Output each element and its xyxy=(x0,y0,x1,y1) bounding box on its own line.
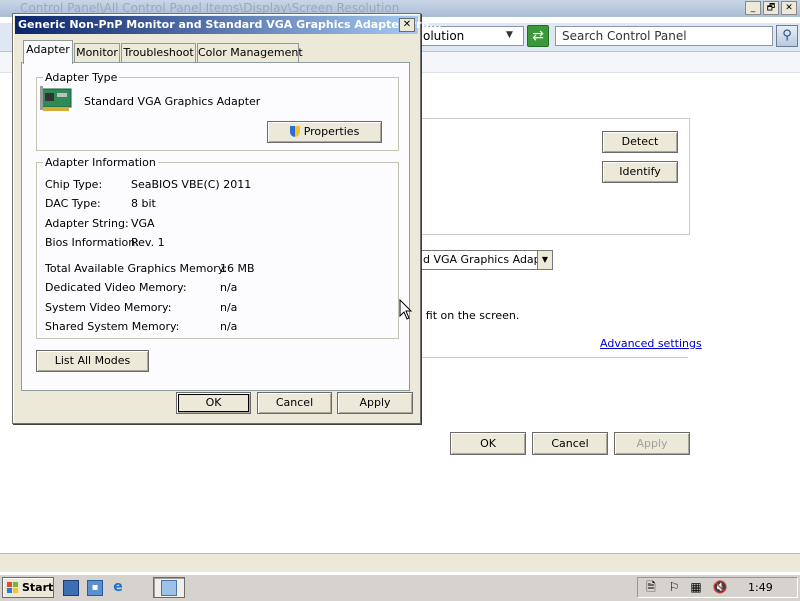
start-button[interactable]: Start xyxy=(2,577,54,598)
chevron-down-icon[interactable]: ▼ xyxy=(537,251,552,269)
tab-adapter[interactable]: Adapter xyxy=(23,40,73,64)
graphics-card-icon xyxy=(40,86,72,111)
identify-button[interactable]: Identify xyxy=(602,161,678,183)
tab-troubleshoot[interactable]: Troubleshoot xyxy=(121,43,196,63)
dedicated-memory-value: n/a xyxy=(220,281,238,294)
detect-button[interactable]: Detect xyxy=(602,131,678,153)
shield-icon xyxy=(289,126,300,137)
close-icon[interactable]: ✕ xyxy=(399,18,415,32)
volume-muted-icon[interactable]: 🔇 xyxy=(712,580,728,596)
flag-icon[interactable]: ⚐ xyxy=(666,580,682,596)
display-settings-icon xyxy=(161,580,177,596)
properties-button-label: Properties xyxy=(303,125,360,138)
notification-area: 🗎 ⚐ ▦ 🔇 1:49 xyxy=(637,577,798,598)
taskbar: Start ▪ e 🗎 ⚐ ▦ 🔇 1:49 xyxy=(0,574,800,601)
shared-memory-value: n/a xyxy=(220,320,238,333)
adapter-information-group: Adapter Information Chip Type: SeaBIOS V… xyxy=(36,156,399,339)
close-window-button[interactable]: ✕ xyxy=(781,1,797,15)
mouse-cursor-icon xyxy=(399,299,413,320)
server-manager-icon[interactable] xyxy=(63,580,79,596)
total-memory-value: 16 MB xyxy=(220,262,255,275)
address-dropdown-icon[interactable]: ▼ xyxy=(506,30,513,40)
properties-button[interactable]: Properties xyxy=(267,121,382,143)
chip-type-label: Chip Type: xyxy=(45,178,103,191)
advanced-settings-link[interactable]: Advanced settings xyxy=(600,337,702,350)
adapter-properties-dialog: Generic Non-PnP Monitor and Standard VGA… xyxy=(12,13,442,424)
internet-explorer-icon[interactable]: e xyxy=(110,580,126,596)
system-memory-label: System Video Memory: xyxy=(45,301,172,314)
bios-information-value: Rev. 1 xyxy=(131,236,165,249)
adapter-information-legend: Adapter Information xyxy=(43,156,158,169)
shared-memory-label: Shared System Memory: xyxy=(45,320,180,333)
fit-screen-text: t fit on the screen. xyxy=(418,309,520,322)
start-label: Start xyxy=(22,581,54,594)
network-icon[interactable]: ▦ xyxy=(688,580,704,596)
total-memory-label: Total Available Graphics Memory: xyxy=(45,262,228,275)
adapter-type-group: Adapter Type Standard VGA Graphics Adapt… xyxy=(36,71,399,151)
tab-monitor[interactable]: Monitor xyxy=(74,43,120,63)
tab-panel-adapter: Adapter Type Standard VGA Graphics Adapt… xyxy=(21,62,410,391)
adapter-string-value: VGA xyxy=(131,217,155,230)
cancel-button[interactable]: Cancel xyxy=(257,392,332,414)
system-memory-value: n/a xyxy=(220,301,238,314)
dedicated-memory-label: Dedicated Video Memory: xyxy=(45,281,187,294)
refresh-icon[interactable]: ⇄ xyxy=(527,25,549,47)
clock[interactable]: 1:49 xyxy=(748,581,773,594)
powershell-icon[interactable]: ▪ xyxy=(87,580,103,596)
adapter-type-legend: Adapter Type xyxy=(43,71,120,84)
list-all-modes-button[interactable]: List All Modes xyxy=(36,350,149,372)
dac-type-label: DAC Type: xyxy=(45,197,101,210)
search-input[interactable]: Search Control Panel xyxy=(555,26,773,46)
tab-color-management[interactable]: Color Management xyxy=(197,43,303,63)
status-bar xyxy=(0,553,800,572)
chip-type-value: SeaBIOS VBE(C) 2011 xyxy=(131,178,252,191)
dialog-titlebar[interactable]: Generic Non-PnP Monitor and Standard VGA… xyxy=(15,16,442,34)
adapter-name: Standard VGA Graphics Adapter xyxy=(84,95,261,108)
document-icon[interactable]: 🗎 xyxy=(643,580,659,596)
display-adapter-select-value: d VGA Graphics Adapter xyxy=(423,253,553,266)
search-icon[interactable]: ⚲ xyxy=(776,25,798,47)
apply-button[interactable]: Apply xyxy=(337,392,413,414)
ok-button[interactable]: OK xyxy=(176,392,251,414)
bg-cancel-button[interactable]: Cancel xyxy=(532,432,608,455)
bg-apply-button[interactable]: Apply xyxy=(614,432,690,455)
display-adapter-select[interactable]: d VGA Graphics Adapter ▼ xyxy=(410,250,553,270)
minimize-button[interactable]: _ xyxy=(745,1,761,15)
dac-type-value: 8 bit xyxy=(131,197,156,210)
divider xyxy=(410,357,688,358)
dialog-title: Generic Non-PnP Monitor and Standard VGA… xyxy=(18,18,442,31)
adapter-string-label: Adapter String: xyxy=(45,217,129,230)
restore-button[interactable]: 🗗 xyxy=(763,1,779,15)
bg-ok-button[interactable]: OK xyxy=(450,432,526,455)
windows-logo-icon xyxy=(7,582,18,593)
search-placeholder: Search Control Panel xyxy=(562,29,687,43)
taskbar-active-window[interactable] xyxy=(153,577,185,598)
bios-information-label: Bios Information: xyxy=(45,236,139,249)
